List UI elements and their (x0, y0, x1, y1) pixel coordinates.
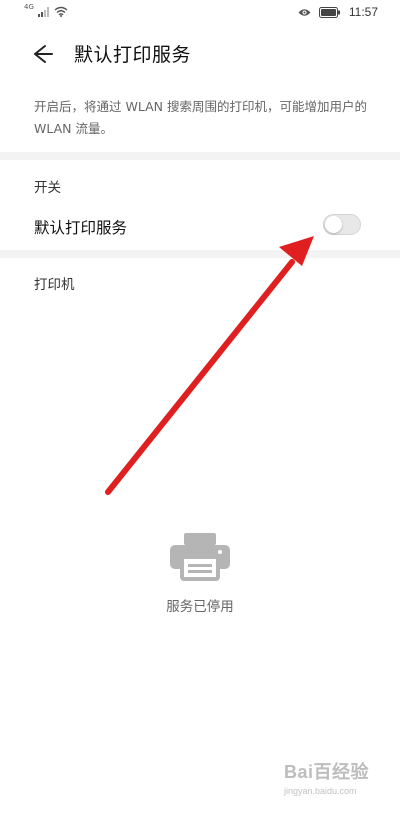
back-button[interactable] (26, 40, 58, 68)
status-left: 4G (24, 3, 68, 17)
printer-icon (170, 533, 230, 581)
eye-icon (298, 8, 311, 16)
status-time: 11:57 (348, 5, 378, 19)
signal-icon (37, 7, 49, 17)
battery-icon (318, 6, 340, 18)
section-divider (0, 250, 400, 258)
section-label-printers: 打印机 (34, 277, 75, 293)
watermark-url: jingyan.baidu.com (284, 786, 357, 796)
default-print-service-label: 默认打印服务 (34, 219, 128, 237)
service-disabled-text: 服务已停用 (166, 599, 234, 615)
wifi-icon (54, 6, 68, 17)
section-divider (0, 152, 400, 160)
toggle-knob (325, 216, 342, 233)
description-text: 开启后，将通过 WLAN 搜索周围的打印机，可能增加用户的 WLAN 流量。 (34, 99, 367, 136)
page-title: 默认打印服务 (74, 44, 192, 66)
section-label-switch: 开关 (34, 180, 61, 196)
arrow-left-icon (34, 45, 53, 63)
watermark: Bai百经验 jingyan.baidu.com (284, 758, 384, 796)
default-print-service-toggle[interactable] (323, 214, 361, 235)
status-bar: 4G 11:57 (0, 0, 400, 26)
network-type-label: 4G (24, 3, 34, 11)
watermark-logo: Bai百经验 (284, 762, 370, 782)
app-header: 默认打印服务 (0, 30, 400, 78)
status-right: 11:57 (298, 5, 378, 19)
